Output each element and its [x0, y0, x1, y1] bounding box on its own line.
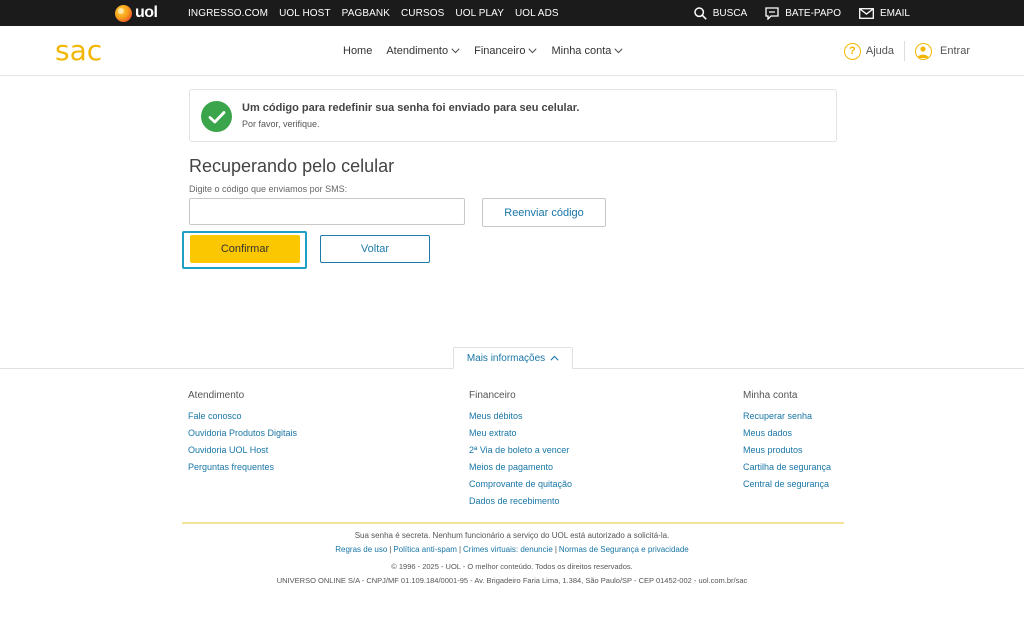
alert-title: Um código para redefinir sua senha foi e… — [242, 102, 580, 114]
confirm-button[interactable]: Confirmar — [190, 235, 300, 263]
footer-link[interactable]: Comprovante de quitação — [469, 479, 572, 489]
nav-financeiro[interactable]: Financeiro — [474, 45, 538, 57]
login-label: Entrar — [940, 45, 970, 57]
nav-minha-conta-label: Minha conta — [551, 45, 612, 57]
login-link[interactable]: Entrar — [915, 42, 970, 60]
footer-link[interactable]: Fale conosco — [188, 411, 297, 421]
footer-link[interactable]: Perguntas frequentes — [188, 462, 297, 472]
nav-home[interactable]: Home — [343, 45, 372, 57]
sms-code-label: Digite o código que enviamos por SMS: — [189, 184, 348, 194]
sac-logo[interactable]: sac — [55, 35, 102, 67]
back-button[interactable]: Voltar — [320, 235, 430, 263]
footer-link[interactable]: Ouvidoria UOL Host — [188, 445, 297, 455]
separator: | — [554, 545, 557, 554]
bate-papo-label: BATE-PAPO — [785, 7, 841, 19]
policy-link-crimes[interactable]: Crimes virtuais: denuncie — [463, 545, 553, 554]
header-actions: ? Ajuda Entrar — [843, 26, 970, 76]
footer-link[interactable]: Meus dados — [743, 428, 831, 438]
more-info-label: Mais informações — [466, 352, 546, 364]
footer-column-financeiro: Financeiro Meus débitos Meu extrato 2ª V… — [469, 390, 572, 513]
main-nav: Home Atendimento Financeiro Minha conta — [343, 26, 637, 76]
top-links: INGRESSO.COM UOL HOST PAGBANK CURSOS UOL… — [188, 0, 570, 26]
help-link[interactable]: ? Ajuda — [843, 41, 906, 61]
footer-column-title: Minha conta — [743, 390, 798, 401]
success-alert: Um código para redefinir sua senha foi e… — [189, 89, 837, 142]
envelope-icon — [859, 7, 874, 19]
footer-link[interactable]: Recuperar senha — [743, 411, 831, 421]
footer-link[interactable]: Meus produtos — [743, 445, 831, 455]
top-actions: BUSCA BATE-PAPO EMAIL — [676, 0, 910, 26]
separator: | — [458, 545, 462, 554]
alert-subtitle: Por favor, verifique. — [242, 119, 320, 129]
nav-financeiro-label: Financeiro — [474, 45, 526, 57]
copyright: © 1996 - 2025 - UOL - O melhor conteúdo.… — [391, 562, 633, 571]
uol-logo[interactable]: uol — [115, 3, 158, 23]
help-label: Ajuda — [865, 45, 895, 57]
footer-divider — [182, 522, 844, 524]
bate-papo-button[interactable]: BATE-PAPO — [765, 6, 841, 20]
check-icon — [201, 101, 232, 132]
top-link-uol-ads[interactable]: UOL ADS — [515, 8, 559, 19]
busca-label: BUSCA — [712, 7, 748, 19]
footer-column-minha-conta: Minha conta Recuperar senha Meus dados M… — [743, 390, 831, 496]
policy-links: Regras de uso | Política anti-spam | Crimes … — [0, 545, 1024, 554]
uol-logo-icon — [115, 4, 132, 22]
policy-link-regras[interactable]: Regras de uso — [335, 545, 387, 554]
company-address: UNIVERSO ONLINE S/A - CNPJ/MF 01.109.184… — [276, 576, 748, 585]
footer-link[interactable]: Central de segurança — [743, 479, 831, 489]
nav-home-label: Home — [343, 45, 373, 57]
top-bar: uol INGRESSO.COM UOL HOST PAGBANK CURSOS… — [0, 0, 1024, 26]
footer-link[interactable]: Dados de recebimento — [469, 496, 572, 506]
chevron-down-icon — [528, 48, 538, 54]
site-header: sac Home Atendimento Financeiro Minha co… — [0, 26, 1024, 76]
footer-column-title: Financeiro — [469, 390, 516, 401]
separator: | — [389, 545, 392, 554]
email-label: EMAIL — [879, 7, 910, 19]
security-notice: Sua senha é secreta. Nenhum funcionário … — [354, 531, 670, 540]
footer-link[interactable]: Meios de pagamento — [469, 462, 572, 472]
policy-link-anti-spam[interactable]: Política anti-spam — [393, 545, 457, 554]
top-link-ingresso[interactable]: INGRESSO.COM — [188, 8, 268, 19]
top-link-uol-host[interactable]: UOL HOST — [279, 8, 331, 19]
policy-link-normas[interactable]: Normas de Segurança e privacidade — [559, 545, 689, 554]
busca-button[interactable]: BUSCA — [694, 6, 748, 20]
resend-code-button[interactable]: Reenviar código — [482, 198, 606, 227]
nav-atendimento-label: Atendimento — [386, 45, 449, 57]
nav-minha-conta[interactable]: Minha conta — [551, 45, 624, 57]
footer-column-atendimento: Atendimento Fale conosco Ouvidoria Produ… — [188, 390, 297, 479]
footer-link[interactable]: Ouvidoria Produtos Digitais — [188, 428, 297, 438]
chat-icon — [765, 6, 779, 20]
chevron-up-icon — [550, 355, 559, 361]
top-link-cursos[interactable]: CURSOS — [401, 8, 444, 19]
footer-link[interactable]: Meu extrato — [469, 428, 572, 438]
top-link-pagbank[interactable]: PAGBANK — [342, 8, 390, 19]
email-button[interactable]: EMAIL — [859, 8, 910, 19]
footer-column-title: Atendimento — [188, 390, 245, 401]
chevron-down-icon — [451, 48, 460, 54]
more-info-toggle[interactable]: Mais informações — [453, 347, 573, 369]
chevron-down-icon — [614, 48, 624, 54]
uol-logo-text: uol — [135, 4, 158, 21]
user-icon — [915, 42, 933, 60]
footer-link[interactable]: 2ª Via de boleto a vencer — [469, 445, 572, 455]
page-title: Recuperando pelo celular — [189, 156, 395, 176]
search-icon — [694, 6, 707, 20]
footer-link[interactable]: Meus débitos — [469, 411, 572, 421]
sms-code-input[interactable] — [189, 198, 465, 225]
top-link-uol-play[interactable]: UOL PLAY — [455, 8, 504, 19]
nav-atendimento[interactable]: Atendimento — [386, 45, 460, 57]
footer-link[interactable]: Cartilha de segurança — [743, 462, 831, 472]
question-icon: ? — [843, 42, 861, 60]
